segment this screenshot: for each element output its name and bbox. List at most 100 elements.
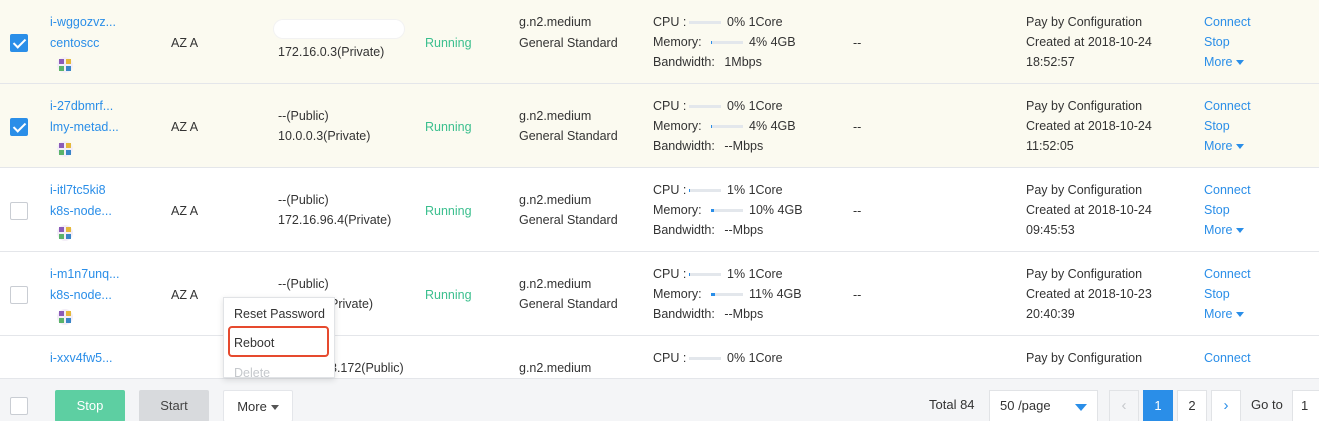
instance-id-link[interactable]: i-itl7tc5ki8	[50, 180, 106, 200]
cpu-usage-bar	[689, 21, 721, 25]
linux-os-icon	[57, 225, 73, 241]
public-ip: --(Public)	[278, 109, 329, 123]
connect-link[interactable]: Connect	[1204, 180, 1251, 200]
billing-method: Pay by Configuration	[1026, 99, 1143, 113]
row-checkbox[interactable]	[10, 202, 28, 220]
chevron-left-icon[interactable]: ‹	[1109, 390, 1139, 421]
caret-down-icon	[1075, 404, 1087, 411]
page-1-button[interactable]: 1	[1143, 390, 1173, 421]
more-dropdown[interactable]: More	[1204, 220, 1245, 240]
status-badge: Running	[425, 120, 472, 134]
menu-item-reset-password[interactable]: Reset Password	[224, 301, 334, 327]
start-button[interactable]: Start	[139, 390, 209, 421]
instance-family: General Standard	[519, 129, 618, 143]
instance-family: General Standard	[519, 213, 618, 227]
empty-value: --	[853, 36, 862, 50]
connect-link[interactable]: Connect	[1204, 12, 1251, 32]
private-ip: 172.16.96.4(Private)	[278, 213, 392, 227]
cpu-usage-bar	[689, 189, 721, 193]
instance-name-link[interactable]: lmy-metad...	[50, 117, 119, 137]
instance-spec: g.n2.medium	[519, 277, 592, 291]
instance-id-link[interactable]: i-xxv4fw5...	[50, 348, 113, 368]
connect-link[interactable]: Connect	[1204, 348, 1251, 368]
created-date: Created at 2018-10-23	[1026, 287, 1152, 301]
memory-usage-bar	[711, 41, 743, 45]
empty-value: --	[853, 288, 862, 302]
public-ip: --(Public)	[278, 277, 329, 291]
page-size-select[interactable]: 50 /page	[989, 390, 1098, 421]
caret-down-icon	[1236, 60, 1245, 66]
stop-link[interactable]: Stop	[1204, 200, 1230, 220]
created-time: 20:40:39	[1026, 307, 1075, 321]
instance-spec: g.n2.medium	[519, 15, 592, 29]
instance-name-link[interactable]: k8s-node...	[50, 285, 112, 305]
linux-os-icon	[57, 57, 73, 73]
caret-down-icon	[1236, 228, 1245, 234]
bandwidth-metric: Bandwidth: --Mbps	[653, 307, 764, 321]
connect-link[interactable]: Connect	[1204, 96, 1251, 116]
status-badge: Running	[425, 288, 472, 302]
select-all-checkbox[interactable]	[10, 397, 28, 415]
stop-link[interactable]: Stop	[1204, 284, 1230, 304]
private-ip: 172.16.0.3(Private)	[278, 45, 385, 59]
bandwidth-metric: Bandwidth: --Mbps	[653, 139, 764, 153]
stop-link[interactable]: Stop	[1204, 32, 1230, 52]
empty-value: --	[853, 204, 862, 218]
goto-page-input[interactable]: 1	[1292, 390, 1319, 421]
public-ip: --(Public)	[278, 193, 329, 207]
created-time: 09:45:53	[1026, 223, 1075, 237]
billing-method: Pay by Configuration	[1026, 15, 1143, 29]
more-dropdown[interactable]: More	[1204, 52, 1245, 72]
goto-label: Go to	[1251, 397, 1283, 412]
stop-link[interactable]: Stop	[1204, 116, 1230, 136]
cpu-usage-bar	[689, 273, 721, 277]
empty-value: --	[853, 120, 862, 134]
more-button[interactable]: More	[223, 390, 293, 421]
total-count: Total 84	[929, 397, 975, 412]
memory-metric: Memory: 11% 4GB	[653, 287, 802, 301]
table-row[interactable]: i-27dbmrf... lmy-metad... AZ A --(Public…	[0, 84, 1319, 168]
cpu-metric: CPU :1% 1Core	[653, 183, 783, 197]
instance-list-page: i-wggozvz... centoscc AZ A 172.16.0.3(Pr…	[0, 0, 1319, 421]
table-row[interactable]: i-xxv4fw5... 3.172(Public) g.n2.medium C…	[0, 336, 1319, 380]
linux-os-icon	[57, 141, 73, 157]
instance-name-link[interactable]: centoscc	[50, 33, 99, 53]
page-2-button[interactable]: 2	[1177, 390, 1207, 421]
instance-id-link[interactable]: i-m1n7unq...	[50, 264, 119, 284]
instance-name-link[interactable]: k8s-node...	[50, 201, 112, 221]
redacted-public-ip	[274, 20, 404, 38]
memory-metric: Memory: 4% 4GB	[653, 119, 796, 133]
caret-down-icon	[270, 405, 279, 411]
instance-family: General Standard	[519, 36, 618, 50]
memory-usage-bar	[711, 209, 743, 213]
instance-family: General Standard	[519, 297, 618, 311]
table-row[interactable]: i-wggozvz... centoscc AZ A 172.16.0.3(Pr…	[0, 0, 1319, 84]
table-row[interactable]: i-itl7tc5ki8 k8s-node... AZ A --(Public)…	[0, 168, 1319, 252]
stop-button[interactable]: Stop	[55, 390, 125, 421]
cpu-metric: CPU :0% 1Core	[653, 15, 783, 29]
created-date: Created at 2018-10-24	[1026, 119, 1152, 133]
billing-method: Pay by Configuration	[1026, 267, 1143, 281]
private-ip: 10.0.0.3(Private)	[278, 129, 371, 143]
connect-link[interactable]: Connect	[1204, 264, 1251, 284]
instance-id-link[interactable]: i-27dbmrf...	[50, 96, 113, 116]
created-date: Created at 2018-10-24	[1026, 203, 1152, 217]
more-dropdown[interactable]: More	[1204, 136, 1245, 156]
more-dropdown[interactable]: More	[1204, 304, 1245, 324]
row-checkbox[interactable]	[10, 34, 28, 52]
memory-metric: Memory: 10% 4GB	[653, 203, 803, 217]
instance-id-link[interactable]: i-wggozvz...	[50, 12, 116, 32]
billing-method: Pay by Configuration	[1026, 351, 1143, 365]
cpu-metric: CPU :1% 1Core	[653, 267, 783, 281]
chevron-right-icon[interactable]: ›	[1211, 390, 1241, 421]
status-badge: Running	[425, 36, 472, 50]
row-checkbox[interactable]	[10, 286, 28, 304]
row-checkbox[interactable]	[10, 118, 28, 136]
memory-usage-bar	[711, 293, 743, 297]
zone-label: AZ A	[171, 120, 199, 134]
bandwidth-metric: Bandwidth: --Mbps	[653, 223, 764, 237]
table-row[interactable]: i-m1n7unq... k8s-node... AZ A --(Public)…	[0, 252, 1319, 336]
cpu-metric: CPU :0% 1Core	[653, 99, 783, 113]
zone-label: AZ A	[171, 36, 199, 50]
table-footer: Stop Start More Total 84 50 /page ‹ 1 2 …	[0, 378, 1319, 421]
